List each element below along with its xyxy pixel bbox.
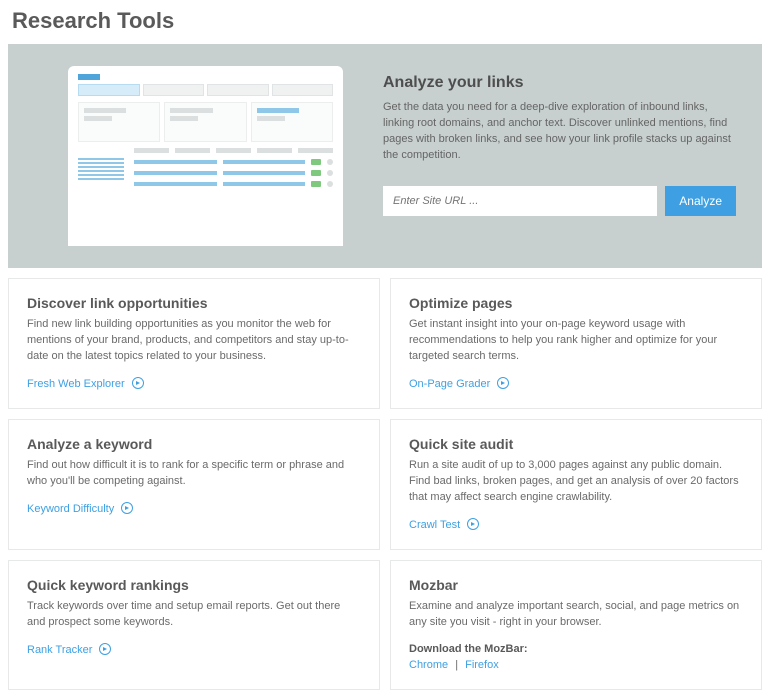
card-body: Find new link building opportunities as … bbox=[27, 317, 361, 365]
card-analyze-keyword: Analyze a keyword Find out how difficult… bbox=[8, 419, 380, 550]
arrow-circle-icon bbox=[132, 377, 144, 389]
site-url-input[interactable] bbox=[383, 186, 657, 216]
arrow-circle-icon bbox=[467, 518, 479, 530]
rank-tracker-link[interactable]: Rank Tracker bbox=[27, 644, 92, 656]
card-body: Get instant insight into your on-page ke… bbox=[409, 317, 743, 365]
card-discover-link-opportunities: Discover link opportunities Find new lin… bbox=[8, 278, 380, 409]
arrow-circle-icon bbox=[121, 502, 133, 514]
card-body: Examine and analyze important search, so… bbox=[409, 599, 743, 631]
card-title: Mozbar bbox=[409, 577, 743, 593]
arrow-circle-icon bbox=[99, 643, 111, 655]
page-title: Research Tools bbox=[12, 8, 762, 34]
arrow-circle-icon bbox=[497, 377, 509, 389]
mozbar-firefox-link[interactable]: Firefox bbox=[465, 659, 499, 671]
mozbar-chrome-link[interactable]: Chrome bbox=[409, 659, 448, 671]
hero-body: Get the data you need for a deep-dive ex… bbox=[383, 100, 736, 164]
card-optimize-pages: Optimize pages Get instant insight into … bbox=[390, 278, 762, 409]
hero-panel: Analyze your links Get the data you need… bbox=[8, 44, 762, 268]
download-label: Download the MozBar: bbox=[409, 643, 743, 655]
card-quick-keyword-rankings: Quick keyword rankings Track keywords ov… bbox=[8, 560, 380, 690]
analyze-form: Analyze bbox=[383, 186, 736, 216]
card-body: Find out how difficult it is to rank for… bbox=[27, 458, 361, 490]
on-page-grader-link[interactable]: On-Page Grader bbox=[409, 378, 490, 390]
card-title: Quick keyword rankings bbox=[27, 577, 361, 593]
card-title: Optimize pages bbox=[409, 295, 743, 311]
analyze-button[interactable]: Analyze bbox=[665, 186, 736, 216]
hero-heading: Analyze your links bbox=[383, 74, 736, 92]
card-quick-site-audit: Quick site audit Run a site audit of up … bbox=[390, 419, 762, 550]
keyword-difficulty-link[interactable]: Keyword Difficulty bbox=[27, 503, 114, 515]
card-title: Quick site audit bbox=[409, 436, 743, 452]
product-mockup-illustration bbox=[68, 66, 343, 246]
crawl-test-link[interactable]: Crawl Test bbox=[409, 519, 460, 531]
card-title: Discover link opportunities bbox=[27, 295, 361, 311]
link-separator: | bbox=[455, 659, 458, 671]
card-body: Run a site audit of up to 3,000 pages ag… bbox=[409, 458, 743, 506]
card-mozbar: Mozbar Examine and analyze important sea… bbox=[390, 560, 762, 690]
card-body: Track keywords over time and setup email… bbox=[27, 599, 361, 631]
fresh-web-explorer-link[interactable]: Fresh Web Explorer bbox=[27, 378, 125, 390]
card-title: Analyze a keyword bbox=[27, 436, 361, 452]
tools-grid: Discover link opportunities Find new lin… bbox=[8, 278, 762, 690]
